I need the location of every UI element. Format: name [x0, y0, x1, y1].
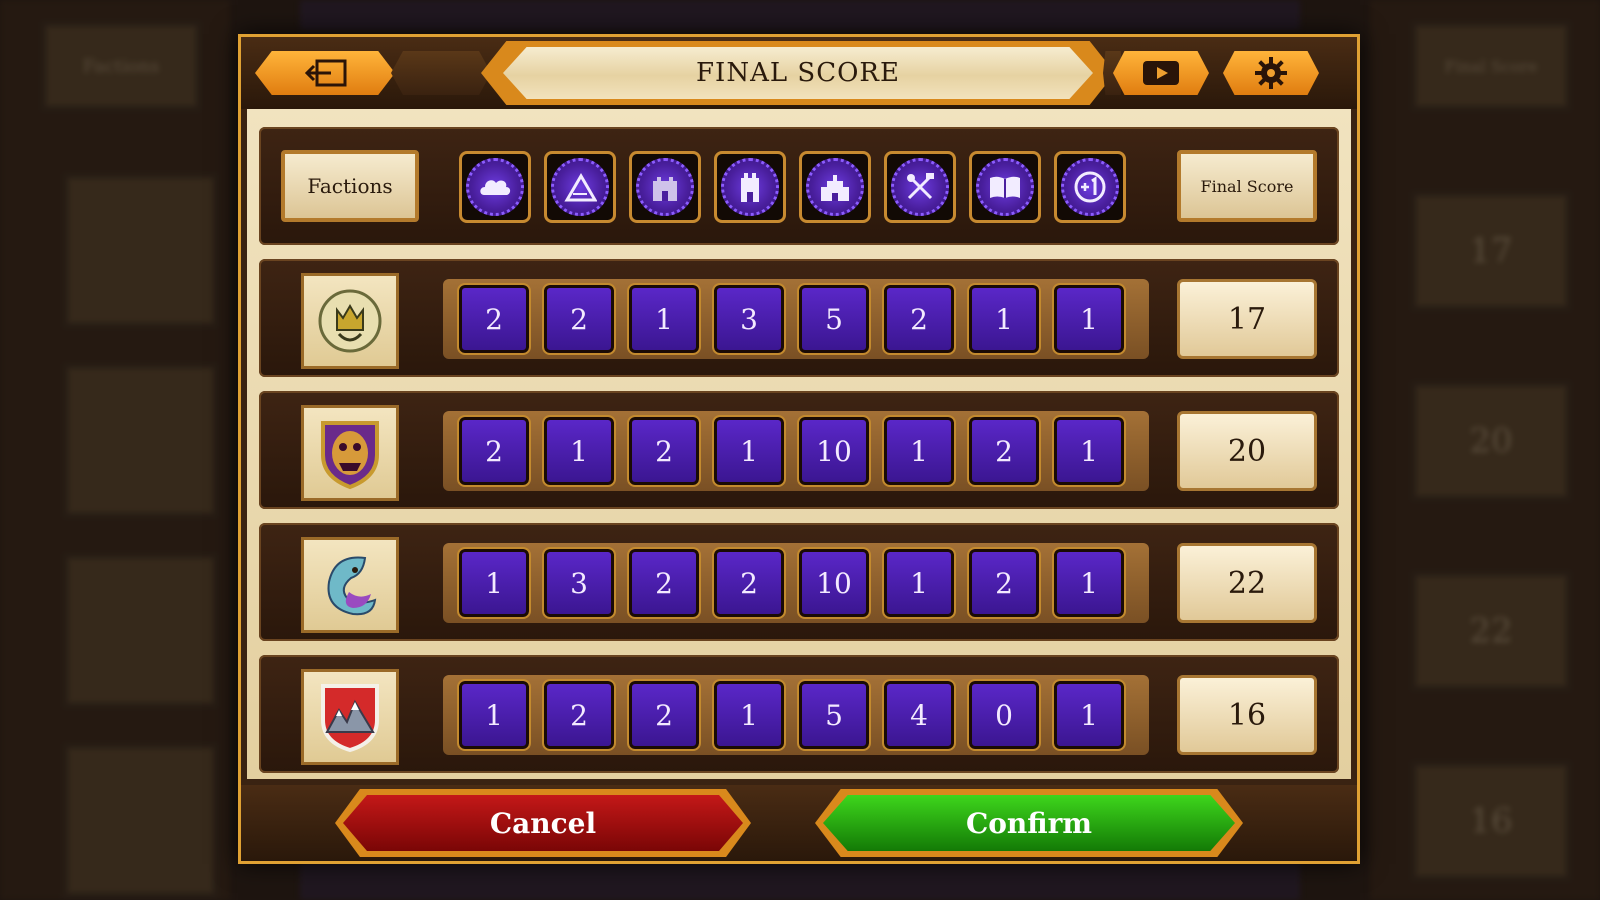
score-cell[interactable]: 1	[457, 679, 531, 751]
score-cell[interactable]: 4	[882, 679, 956, 751]
background-bottom-strip	[300, 860, 1300, 900]
mountain-shield-icon	[321, 684, 379, 753]
score-cell[interactable]: 5	[797, 679, 871, 751]
background-score-3: 22	[1410, 570, 1572, 692]
category-castle-icon[interactable]	[629, 151, 701, 223]
background-faction-1	[62, 172, 219, 329]
final-score-dialog: FINAL SCORE Factions Final Score 2 2 1 3…	[238, 34, 1360, 864]
faction-row: 2 1 2 1 10 1 2 1 20	[259, 391, 1339, 509]
score-cell[interactable]: 0	[967, 679, 1041, 751]
score-cell[interactable]: 3	[542, 547, 616, 619]
score-cell[interactable]: 2	[542, 679, 616, 751]
score-cell[interactable]: 1	[1052, 415, 1126, 487]
final-score-value: 17	[1177, 279, 1317, 359]
demon-mask-shield-icon	[321, 421, 379, 490]
category-hill-icon[interactable]	[544, 151, 616, 223]
score-cell[interactable]: 2	[627, 679, 701, 751]
background-top-strip	[300, 0, 1300, 30]
score-cell[interactable]: 1	[712, 415, 786, 487]
category-book-icon[interactable]	[969, 151, 1041, 223]
score-cell[interactable]: 3	[712, 283, 786, 355]
score-cell[interactable]: 1	[712, 679, 786, 751]
faction-row: 1 2 2 1 5 4 0 1 16	[259, 655, 1339, 773]
score-cell[interactable]: 1	[627, 283, 701, 355]
title-bar: FINAL SCORE	[241, 37, 1357, 109]
score-table: Factions Final Score 2 2 1 3 5 2 1 1 17 …	[247, 109, 1351, 779]
score-cell[interactable]: 2	[712, 547, 786, 619]
final-score-value: 20	[1177, 411, 1317, 491]
faction-emblem[interactable]	[301, 537, 399, 633]
background-right-column: Final Score 17 20 22 16	[1370, 0, 1600, 900]
background-faction-3	[62, 552, 219, 709]
score-cell[interactable]: 2	[457, 283, 531, 355]
score-table-header: Factions Final Score	[259, 127, 1339, 245]
category-tower-icon[interactable]	[714, 151, 786, 223]
score-cell[interactable]: 1	[882, 415, 956, 487]
cloud-icon	[480, 180, 511, 195]
title-bar-slot-left	[391, 51, 491, 95]
background-faction-4	[62, 742, 219, 899]
score-cell[interactable]: 1	[1052, 283, 1126, 355]
score-cell[interactable]: 2	[627, 547, 701, 619]
score-cell[interactable]: 5	[797, 283, 871, 355]
plus-one-icon	[1074, 171, 1106, 203]
castle-icon	[653, 177, 677, 201]
score-cell[interactable]: 1	[457, 547, 531, 619]
score-cell[interactable]: 1	[882, 547, 956, 619]
exit-button[interactable]	[255, 51, 395, 95]
factions-header: Factions	[281, 150, 419, 222]
category-city-icon[interactable]	[799, 151, 871, 223]
confirm-button[interactable]: Confirm	[823, 795, 1235, 851]
cancel-button[interactable]: Cancel	[343, 795, 743, 851]
category-plus-one-icon[interactable]	[1054, 151, 1126, 223]
action-bar: Cancel Confirm	[241, 785, 1357, 861]
faction-emblem[interactable]	[301, 669, 399, 765]
city-icon	[821, 175, 849, 201]
crown-shield-icon	[318, 289, 382, 353]
score-cell[interactable]: 2	[967, 415, 1041, 487]
background-score-4: 16	[1410, 760, 1572, 882]
exit-icon	[304, 59, 347, 87]
faction-emblem[interactable]	[301, 405, 399, 501]
hill-icon	[564, 173, 597, 202]
score-cell[interactable]: 1	[542, 415, 616, 487]
dragon-shield-icon	[327, 556, 377, 616]
final-score-header: Final Score	[1177, 150, 1317, 222]
background-score-2: 20	[1410, 380, 1572, 502]
score-cell[interactable]: 2	[627, 415, 701, 487]
final-score-value: 22	[1177, 543, 1317, 623]
faction-row: 2 2 1 3 5 2 1 1 17	[259, 259, 1339, 377]
category-crossed-tools-icon[interactable]	[884, 151, 956, 223]
background-factions-label: Factions	[40, 20, 202, 112]
score-cell[interactable]: 1	[1052, 547, 1126, 619]
final-score-value: 16	[1177, 675, 1317, 755]
crossed-tools-icon	[907, 173, 934, 200]
background-left-column: Factions	[0, 0, 230, 900]
settings-button[interactable]	[1223, 51, 1319, 95]
dialog-title: FINAL SCORE	[503, 47, 1093, 99]
category-cloud-icon[interactable]	[459, 151, 531, 223]
video-button[interactable]	[1113, 51, 1209, 95]
faction-emblem[interactable]	[301, 273, 399, 369]
score-cell[interactable]: 2	[457, 415, 531, 487]
score-cell[interactable]: 10	[797, 415, 871, 487]
score-cell[interactable]: 2	[967, 547, 1041, 619]
faction-row: 1 3 2 2 10 1 2 1 22	[259, 523, 1339, 641]
score-cell[interactable]: 2	[882, 283, 956, 355]
video-play-icon	[1143, 61, 1179, 85]
background-score-1: 17	[1410, 190, 1572, 312]
score-cell[interactable]: 2	[542, 283, 616, 355]
gear-icon	[1255, 57, 1287, 89]
book-icon	[990, 176, 1020, 198]
background-final-score-label: Final Score	[1410, 20, 1572, 112]
score-cell[interactable]: 1	[1052, 679, 1126, 751]
score-cell[interactable]: 10	[797, 547, 871, 619]
score-cell[interactable]: 1	[967, 283, 1041, 355]
tower-icon	[741, 173, 759, 202]
background-faction-2	[62, 362, 219, 519]
